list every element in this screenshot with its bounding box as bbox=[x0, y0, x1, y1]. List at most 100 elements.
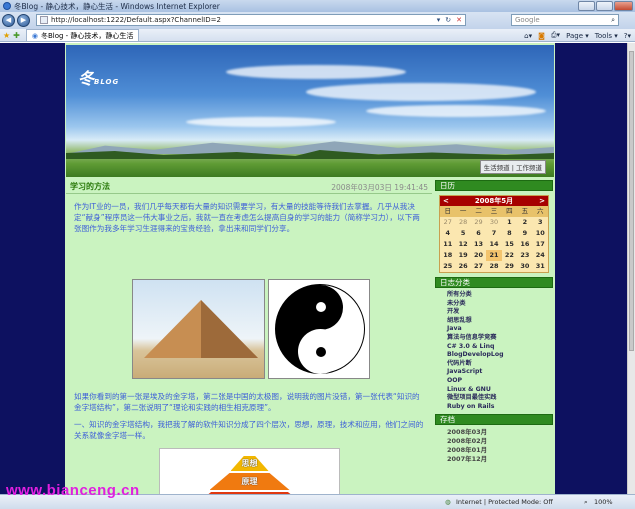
calendar-day[interactable]: 20 bbox=[471, 250, 486, 261]
refresh-icon[interactable]: ↻ bbox=[445, 16, 451, 24]
calendar-day[interactable]: 4 bbox=[440, 228, 455, 239]
category-link[interactable]: Ruby on Rails bbox=[447, 403, 553, 412]
tab-bar: ★ ✚ ◉ 冬Blog - 静心技术，静心生活 ⌂▾ ◙ ⎙▾ Page ▾ T… bbox=[0, 29, 635, 42]
link-life-channel[interactable]: 生活频道 bbox=[484, 164, 510, 172]
archive-link[interactable]: 2007年12月 bbox=[447, 455, 553, 464]
home-icon[interactable]: ⌂▾ bbox=[524, 32, 532, 40]
favorites-star-icon[interactable]: ★ bbox=[3, 31, 10, 40]
watermark-text: www.bianceng.cn bbox=[6, 482, 140, 499]
tools-menu[interactable]: Tools ▾ bbox=[595, 32, 618, 40]
archive-link[interactable]: 2008年01月 bbox=[447, 446, 553, 455]
post-paragraph-2: 如果你看到的第一张是埃及的金字塔，第二张是中国的太极图，说明我的图片没错，第一张… bbox=[74, 392, 420, 412]
category-link[interactable]: 代码片断 bbox=[447, 360, 553, 369]
calendar-day[interactable]: 25 bbox=[440, 261, 455, 272]
category-link[interactable]: 开发 bbox=[447, 308, 553, 317]
category-link[interactable]: JavaScript bbox=[447, 368, 553, 377]
category-link[interactable]: 所有分类 bbox=[447, 291, 553, 300]
maximize-button[interactable] bbox=[596, 1, 613, 11]
calendar-day[interactable]: 7 bbox=[486, 228, 501, 239]
site-logo[interactable]: 冬BLOG bbox=[78, 65, 119, 89]
calendar-day[interactable]: 5 bbox=[455, 228, 470, 239]
archive-link[interactable]: 2008年03月 bbox=[447, 428, 553, 437]
tab-active[interactable]: ◉ 冬Blog - 静心技术，静心生活 bbox=[25, 29, 140, 41]
calendar-day[interactable]: 3 bbox=[533, 217, 548, 228]
calendar-day[interactable]: 16 bbox=[517, 239, 532, 250]
calendar-day[interactable]: 1 bbox=[502, 217, 517, 228]
calendar-day[interactable]: 27 bbox=[440, 217, 455, 228]
calendar-day[interactable]: 8 bbox=[502, 228, 517, 239]
category-link[interactable]: 未分类 bbox=[447, 300, 553, 309]
close-button[interactable] bbox=[614, 1, 633, 11]
address-input[interactable]: http://localhost:1222/Default.aspx?Chann… bbox=[36, 14, 466, 26]
category-link[interactable]: 微型项目最佳实践 bbox=[447, 394, 553, 403]
add-favorites-icon[interactable]: ✚ bbox=[13, 31, 20, 40]
category-link[interactable]: 胡思乱想 bbox=[447, 317, 553, 326]
calendar-day[interactable]: 15 bbox=[502, 239, 517, 250]
category-link[interactable]: BlogDevelopLog bbox=[447, 351, 553, 360]
header-banner: 冬BLOG 生活频道 | 工作频道 bbox=[66, 45, 554, 177]
post-paragraph-1: 作为IT业的一员，我们几乎每天都有大量的知识需要学习，有大量的技能等待我们去掌握… bbox=[74, 202, 420, 233]
calendar-day[interactable]: 27 bbox=[471, 261, 486, 272]
calendar-day[interactable]: 21 bbox=[486, 250, 502, 261]
zoom-level[interactable]: 100% bbox=[594, 498, 613, 506]
category-link[interactable]: OOP bbox=[447, 377, 553, 386]
stop-icon[interactable]: ✕ bbox=[456, 16, 462, 24]
calendar: < 2008年5月 > 日一二三四五六 27 28 29 30 1 2 3 4 5 6 7 8 9 10 11… bbox=[439, 195, 549, 273]
calendar-day[interactable]: 30 bbox=[517, 261, 532, 272]
calendar-day[interactable]: 19 bbox=[455, 250, 470, 261]
zone-status: Internet | Protected Mode: Off bbox=[456, 498, 553, 506]
calendar-weekday: 三 bbox=[486, 206, 502, 217]
calendar-day[interactable]: 13 bbox=[471, 239, 486, 250]
globe-icon: ◍ bbox=[445, 498, 451, 506]
scroll-thumb[interactable] bbox=[629, 51, 634, 351]
search-input[interactable]: Google ⌕ bbox=[511, 14, 619, 26]
categories-heading: 日志分类 bbox=[435, 277, 553, 288]
post-title[interactable]: 学习的方法 bbox=[70, 181, 110, 192]
tab-label: 冬Blog - 静心技术，静心生活 bbox=[40, 31, 134, 40]
calendar-day[interactable]: 12 bbox=[455, 239, 470, 250]
category-link[interactable]: Java bbox=[447, 325, 553, 334]
channel-links: 生活频道 | 工作频道 bbox=[479, 160, 546, 174]
calendar-day[interactable]: 9 bbox=[517, 228, 532, 239]
calendar-day[interactable]: 22 bbox=[502, 250, 517, 261]
archive-link[interactable]: 2008年02月 bbox=[447, 437, 553, 446]
calendar-day[interactable]: 29 bbox=[502, 261, 517, 272]
back-button[interactable]: ◀ bbox=[2, 14, 15, 27]
forward-button[interactable]: ▶ bbox=[17, 14, 30, 27]
feeds-icon[interactable]: ◙ bbox=[538, 32, 545, 40]
calendar-prev[interactable]: < bbox=[443, 197, 449, 205]
calendar-day[interactable]: 17 bbox=[533, 239, 548, 250]
calendar-day[interactable]: 11 bbox=[440, 239, 455, 250]
page-menu[interactable]: Page ▾ bbox=[566, 32, 589, 40]
calendar-day[interactable]: 26 bbox=[455, 261, 470, 272]
print-icon[interactable]: ⎙▾ bbox=[551, 31, 560, 40]
zoom-icon[interactable]: ⌕ bbox=[584, 498, 588, 507]
link-work-channel[interactable]: 工作频道 bbox=[516, 164, 542, 172]
calendar-day[interactable]: 31 bbox=[533, 261, 548, 272]
calendar-day[interactable]: 29 bbox=[471, 217, 486, 228]
pyramid-level-2: 原理 bbox=[209, 473, 290, 490]
sidebar: 日历 < 2008年5月 > 日一二三四五六 27 28 29 30 1 2 3 4 5 6 7 8 9 1… bbox=[435, 180, 553, 494]
calendar-day[interactable]: 2 bbox=[517, 217, 532, 228]
post-header: 学习的方法 2008年03月03日 19:41:45 bbox=[66, 180, 432, 194]
calendar-day[interactable]: 24 bbox=[533, 250, 548, 261]
vertical-scrollbar[interactable] bbox=[627, 43, 635, 494]
calendar-day[interactable]: 10 bbox=[533, 228, 548, 239]
calendar-day[interactable]: 28 bbox=[486, 261, 501, 272]
calendar-day[interactable]: 23 bbox=[517, 250, 532, 261]
minimize-button[interactable] bbox=[578, 1, 595, 11]
address-toolbar: ◀ ▶ http://localhost:1222/Default.aspx?C… bbox=[0, 12, 635, 29]
search-icon[interactable]: ⌕ bbox=[611, 16, 618, 25]
category-link[interactable]: C# 3.0 & Linq bbox=[447, 343, 553, 352]
calendar-day[interactable]: 30 bbox=[486, 217, 501, 228]
calendar-next[interactable]: > bbox=[539, 197, 545, 205]
calendar-heading: 日历 bbox=[435, 180, 553, 191]
calendar-day[interactable]: 28 bbox=[455, 217, 470, 228]
calendar-day[interactable]: 6 bbox=[471, 228, 486, 239]
help-icon[interactable]: ?▾ bbox=[624, 32, 631, 40]
dropdown-icon[interactable]: ▾ bbox=[437, 16, 441, 24]
category-link[interactable]: 算法与信息学竞赛 bbox=[447, 334, 553, 343]
calendar-day[interactable]: 18 bbox=[440, 250, 455, 261]
calendar-day[interactable]: 14 bbox=[486, 239, 501, 250]
category-link[interactable]: Linux & GNU bbox=[447, 386, 553, 395]
